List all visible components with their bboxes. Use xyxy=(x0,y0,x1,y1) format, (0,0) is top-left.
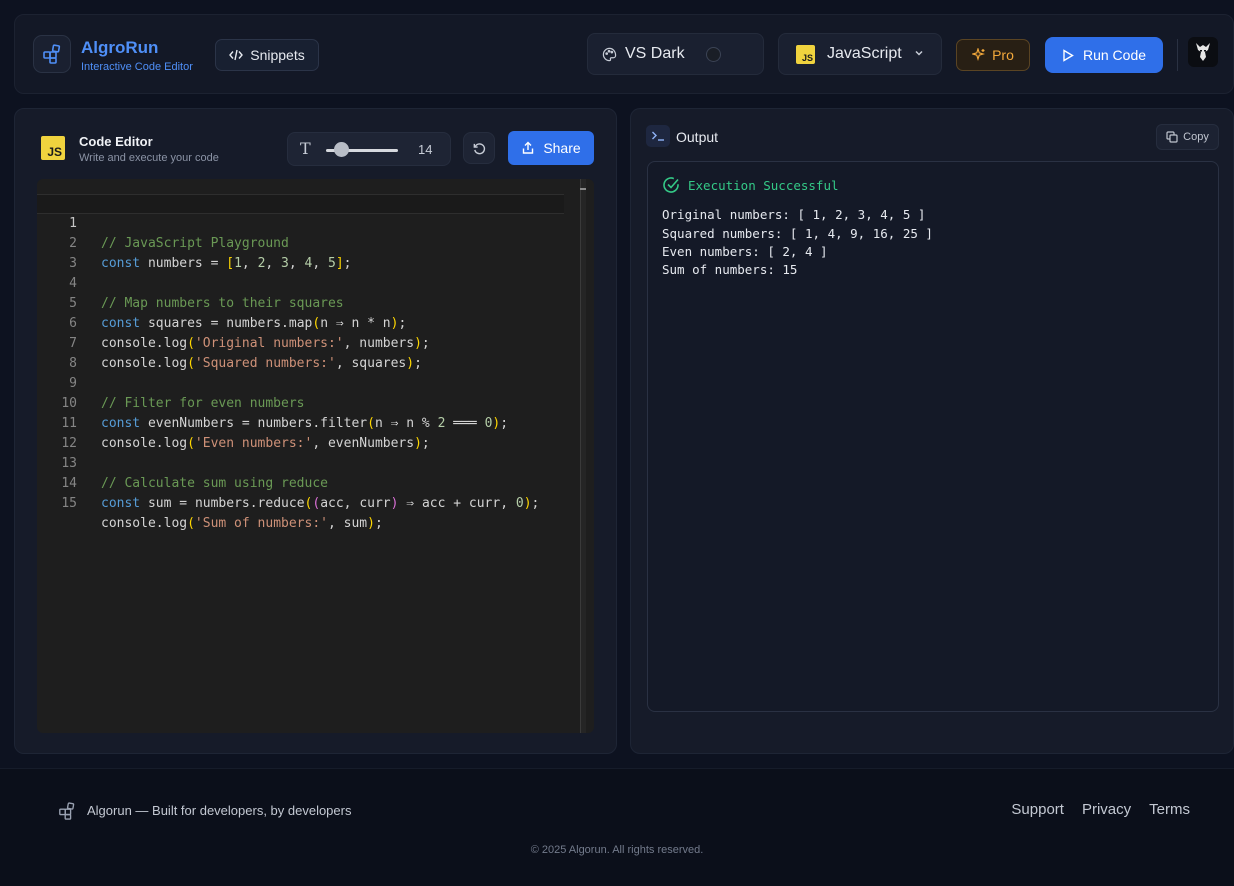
line-number: 15 xyxy=(61,496,77,511)
footer-link-privacy[interactable]: Privacy xyxy=(1082,801,1131,818)
output-line: Sum of numbers: 15 xyxy=(662,262,798,277)
line-text: const sum = numbers.reduce((acc, curr) ⇒… xyxy=(101,496,540,511)
rotate-ccw-icon xyxy=(473,142,485,154)
run-code-button[interactable]: Run Code xyxy=(1045,37,1163,73)
line-text: console.log('Sum of numbers:', sum); xyxy=(101,516,383,531)
line-text: console.log('Squared numbers:', squares)… xyxy=(101,356,422,371)
editor-subtitle: Write and execute your code xyxy=(79,152,219,164)
boxes-icon xyxy=(59,802,75,820)
language-select[interactable]: JS JavaScript xyxy=(778,33,942,75)
font-size-slider-handle[interactable] xyxy=(334,142,349,157)
copy-button[interactable]: Copy xyxy=(1156,124,1219,150)
code-line: 13 // Calculate sum using reduce xyxy=(37,434,328,491)
line-text: const squares = numbers.map(n ⇒ n * n); xyxy=(101,316,407,331)
output-line: Squared numbers: [ 1, 4, 9, 16, 25 ] xyxy=(662,226,933,241)
output-line: Original numbers: [ 1, 2, 3, 4, 5 ] xyxy=(662,207,926,222)
line-text: console.log('Even numbers:', evenNumbers… xyxy=(101,436,430,451)
code-line: 2 const numbers = [1, 2, 3, 4, 5]; xyxy=(37,214,351,271)
share-icon xyxy=(523,141,534,154)
pro-label: Pro xyxy=(992,47,1014,63)
output-line: Even numbers: [ 2, 4 ] xyxy=(662,244,828,259)
javascript-icon: JS xyxy=(41,136,65,160)
brand-name: AlgroRun xyxy=(81,38,159,57)
terminal-icon xyxy=(646,125,670,147)
output-console: Execution Successful Original numbers: [… xyxy=(647,161,1219,712)
output-title: Output xyxy=(676,129,719,145)
code-line: 8 xyxy=(37,334,84,371)
page-footer: Algorun — Built for developers, by devel… xyxy=(0,768,1234,886)
copyright: © 2025 Algorun. All rights reserved. xyxy=(530,844,704,856)
editor-scrollbar[interactable] xyxy=(580,179,586,733)
execution-status-text: Execution Successful xyxy=(688,177,839,193)
header-divider xyxy=(1177,39,1178,71)
chevron-down-icon xyxy=(915,50,923,56)
theme-select[interactable]: VS Dark xyxy=(587,33,764,75)
code-line: 14 const sum = numbers.reduce((acc, curr… xyxy=(37,454,539,511)
brand-subtitle: Interactive Code Editor xyxy=(81,61,193,73)
play-icon xyxy=(1063,48,1074,62)
line-text: // Map numbers to their squares xyxy=(101,296,344,311)
code-line: 15 console.log('Sum of numbers:', sum); xyxy=(37,474,382,531)
run-code-label: Run Code xyxy=(1082,47,1147,63)
execution-status: Execution Successful xyxy=(662,176,839,194)
scrollbar-position-marker xyxy=(580,188,586,190)
footer-links: Support Privacy Terms xyxy=(1011,801,1190,818)
code-line: 12 xyxy=(37,414,84,451)
snippets-label: Snippets xyxy=(250,47,305,63)
share-button[interactable]: Share xyxy=(508,131,594,165)
type-icon: T xyxy=(300,139,311,158)
code-line: 1 // JavaScript Playground xyxy=(37,194,289,251)
app-header: AlgroRun Interactive Code Editor Snippet… xyxy=(14,14,1234,94)
code-line: 7 console.log('Squared numbers:', square… xyxy=(37,314,422,371)
reset-button[interactable] xyxy=(463,132,495,164)
share-label: Share xyxy=(543,140,581,156)
code-line: 5 const squares = numbers.map(n ⇒ n * n)… xyxy=(37,274,406,331)
footer-link-support[interactable]: Support xyxy=(1011,801,1064,818)
check-circle-icon xyxy=(663,177,679,193)
copy-icon xyxy=(1166,131,1178,143)
code-line: 3 xyxy=(37,234,84,271)
theme-swatch xyxy=(706,47,721,62)
pro-button[interactable]: Pro xyxy=(956,39,1030,71)
theme-label: VS Dark xyxy=(625,45,685,62)
line-text: const evenNumbers = numbers.filter(n ⇒ n… xyxy=(101,416,509,431)
line-text: console.log('Original numbers:', numbers… xyxy=(101,336,430,351)
code-editor[interactable]: 1 // JavaScript Playground 2 const numbe… xyxy=(37,179,594,733)
code-icon xyxy=(229,49,244,61)
code-line: 4 // Map numbers to their squares xyxy=(37,254,343,311)
font-size-control: T 14 xyxy=(287,132,451,166)
javascript-icon: JS xyxy=(796,44,815,64)
line-text: // JavaScript Playground xyxy=(101,236,289,251)
output-panel: Output Copy Execution Successful Origina… xyxy=(630,108,1234,754)
active-line-highlight xyxy=(37,194,564,214)
font-size-value: 14 xyxy=(418,142,433,157)
footer-brand: Algorun — Built for developers, by devel… xyxy=(87,803,352,818)
code-editor-panel: JS Code Editor Write and execute your co… xyxy=(14,108,617,754)
palette-icon xyxy=(602,47,617,61)
line-text: const numbers = [1, 2, 3, 4, 5]; xyxy=(101,256,352,271)
copy-label: Copy xyxy=(1183,131,1209,143)
language-label: JavaScript xyxy=(827,45,902,62)
avatar[interactable] xyxy=(1188,37,1218,67)
line-text: // Filter for even numbers xyxy=(101,396,305,411)
code-line: 11 console.log('Even numbers:', evenNumb… xyxy=(37,394,429,451)
snippets-button[interactable]: Snippets xyxy=(215,39,319,71)
footer-link-terms[interactable]: Terms xyxy=(1149,801,1190,818)
code-line: 10 const evenNumbers = numbers.filter(n … xyxy=(37,374,508,431)
line-text: // Calculate sum using reduce xyxy=(101,476,328,491)
boxes-icon xyxy=(33,35,71,73)
code-line: 9 // Filter for even numbers xyxy=(37,354,304,411)
editor-title: Code Editor xyxy=(79,134,153,149)
code-line: 6 console.log('Original numbers:', numbe… xyxy=(37,294,430,351)
sparkles-icon xyxy=(972,48,986,61)
